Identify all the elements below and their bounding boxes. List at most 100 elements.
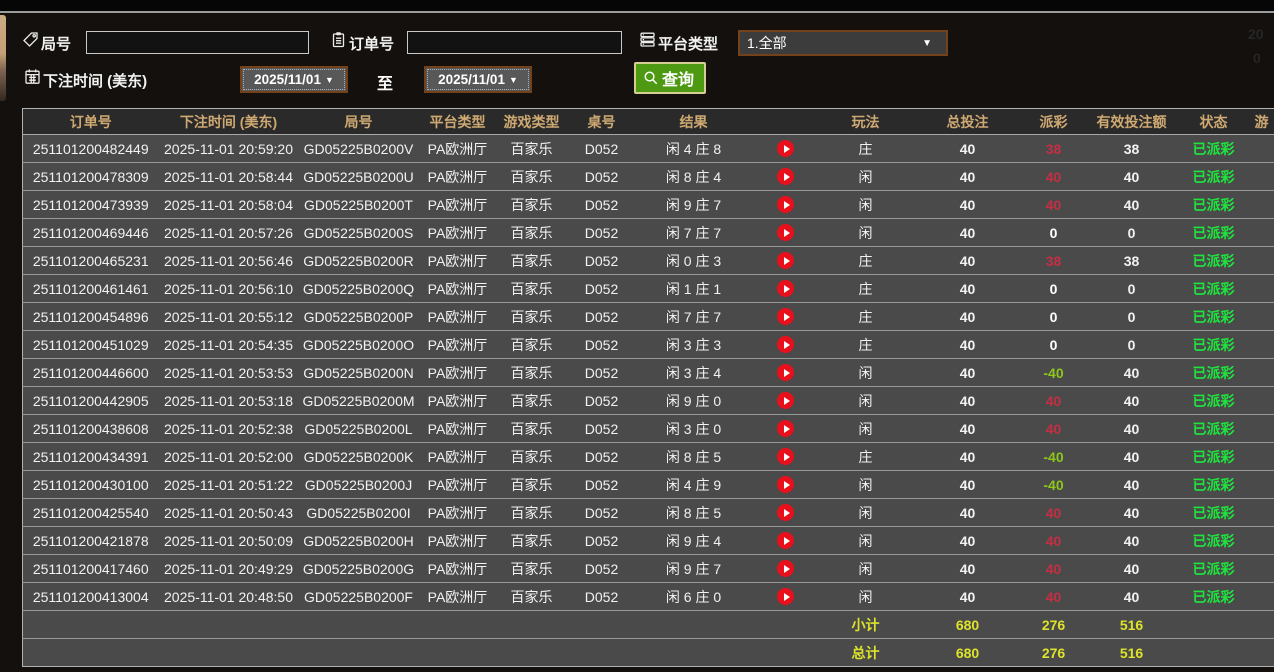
date-from-picker[interactable]: 2025/11/01 ▼ bbox=[240, 66, 348, 93]
cell-total-bet: 40 bbox=[959, 336, 976, 353]
cell-result: 闲 1 庄 1 bbox=[665, 280, 722, 297]
cell-total-bet: 40 bbox=[959, 392, 976, 409]
cell-platform-type: PA欧洲厅 bbox=[427, 476, 488, 493]
replay-play-button[interactable] bbox=[777, 476, 794, 494]
cell-status: 已派彩 bbox=[1192, 168, 1235, 185]
play-icon bbox=[783, 564, 790, 573]
cell-bet-time: 2025-11-01 20:56:46 bbox=[164, 252, 293, 269]
play-icon bbox=[783, 368, 790, 377]
order-no-input[interactable] bbox=[407, 31, 622, 54]
cell-replay bbox=[751, 163, 821, 191]
cell-result: 闲 0 庄 3 bbox=[665, 252, 722, 269]
cell-replay bbox=[751, 331, 821, 359]
play-icon bbox=[783, 424, 790, 433]
round-no-input[interactable] bbox=[86, 31, 309, 54]
cell-platform-type: PA欧洲厅 bbox=[427, 280, 488, 297]
platform-type-select[interactable]: 1.全部 ▼ bbox=[738, 30, 948, 56]
column-header-result: 结果 bbox=[636, 108, 751, 135]
replay-play-button[interactable] bbox=[777, 448, 794, 466]
cell-platform-type: PA欧洲厅 bbox=[427, 308, 488, 325]
cell-play-type: 庄 bbox=[858, 336, 873, 353]
cell-game-type: 百家乐 bbox=[510, 476, 553, 493]
play-icon bbox=[783, 312, 790, 321]
replay-play-button[interactable] bbox=[777, 252, 794, 270]
cell-clipped bbox=[1247, 527, 1274, 555]
cell-game-type: 百家乐 bbox=[510, 336, 553, 353]
cell-result: 闲 3 庄 4 bbox=[665, 364, 722, 381]
cell-status: 已派彩 bbox=[1192, 392, 1235, 409]
cell-platform-type: PA欧洲厅 bbox=[427, 504, 488, 521]
cell-table-no: D052 bbox=[584, 532, 619, 549]
cell-game-type: 百家乐 bbox=[510, 448, 553, 465]
chevron-down-icon: ▼ bbox=[324, 74, 334, 85]
cell-clipped bbox=[1247, 331, 1274, 359]
cell-payout: 0 bbox=[1049, 280, 1058, 297]
column-header-valid-bet: 有效投注额 bbox=[1082, 108, 1181, 135]
cell-valid-bet: 0 bbox=[1127, 336, 1136, 353]
replay-play-button[interactable] bbox=[777, 504, 794, 522]
cell-clipped bbox=[1247, 443, 1274, 471]
table-row: 251101200451029 2025-11-01 20:54:35 GD05… bbox=[22, 331, 1274, 359]
cell-order-no: 251101200465231 bbox=[32, 252, 149, 269]
cell-clipped bbox=[1247, 135, 1274, 163]
records-table: 订单号 下注时间 (美东) 局号 平台类型 游戏类型 桌号 结果 玩法 总投注 派彩 有效投注额 状态… bbox=[22, 108, 1274, 667]
column-header-order-no: 订单号 bbox=[22, 108, 159, 135]
cell-payout: 40 bbox=[1045, 420, 1062, 437]
cell-play-type: 闲 bbox=[858, 532, 873, 549]
ghost-text: 20 bbox=[1248, 26, 1264, 42]
cell-payout: 40 bbox=[1045, 196, 1062, 213]
cell-replay bbox=[751, 499, 821, 527]
replay-play-button[interactable] bbox=[777, 364, 794, 382]
replay-play-button[interactable] bbox=[777, 420, 794, 438]
cell-platform-type: PA欧洲厅 bbox=[427, 224, 488, 241]
cell-payout: 40 bbox=[1045, 588, 1062, 605]
cell-game-type: 百家乐 bbox=[510, 364, 553, 381]
column-header-platform-type: 平台类型 bbox=[418, 108, 497, 135]
cell-status: 已派彩 bbox=[1192, 308, 1235, 325]
cell-order-no: 251101200482449 bbox=[32, 140, 149, 157]
cell-replay bbox=[751, 135, 821, 163]
cell-total-bet: 40 bbox=[959, 420, 976, 437]
cell-result: 闲 4 庄 9 bbox=[665, 476, 722, 493]
replay-play-button[interactable] bbox=[777, 280, 794, 298]
replay-play-button[interactable] bbox=[777, 532, 794, 550]
cell-payout: 40 bbox=[1045, 504, 1062, 521]
cell-total-bet: 40 bbox=[959, 364, 976, 381]
replay-play-button[interactable] bbox=[777, 140, 794, 158]
replay-play-button[interactable] bbox=[777, 336, 794, 354]
table-row: 251101200417460 2025-11-01 20:49:29 GD05… bbox=[22, 555, 1274, 583]
cell-replay bbox=[751, 527, 821, 555]
replay-play-button[interactable] bbox=[777, 588, 794, 606]
date-range-to-label: 至 bbox=[377, 76, 394, 93]
cell-result: 闲 9 庄 7 bbox=[665, 196, 722, 213]
replay-play-button[interactable] bbox=[777, 560, 794, 578]
replay-play-button[interactable] bbox=[777, 224, 794, 242]
column-header-status: 状态 bbox=[1180, 108, 1247, 135]
cell-clipped bbox=[1247, 163, 1274, 191]
search-button[interactable]: 查询 bbox=[634, 62, 707, 94]
cell-clipped bbox=[1247, 219, 1274, 247]
cell-play-type: 闲 bbox=[858, 364, 873, 381]
cell-result: 闲 8 庄 4 bbox=[665, 168, 722, 185]
replay-play-button[interactable] bbox=[777, 392, 794, 410]
replay-play-button[interactable] bbox=[777, 168, 794, 186]
cell-play-type: 闲 bbox=[858, 560, 873, 577]
replay-play-button[interactable] bbox=[777, 196, 794, 214]
cell-platform-type: PA欧洲厅 bbox=[427, 588, 488, 605]
cell-bet-time: 2025-11-01 20:54:35 bbox=[164, 336, 293, 353]
table-row: 251101200413004 2025-11-01 20:48:50 GD05… bbox=[22, 583, 1274, 611]
cell-game-type: 百家乐 bbox=[510, 280, 553, 297]
cell-bet-time: 2025-11-01 20:53:53 bbox=[164, 364, 293, 381]
cell-replay bbox=[751, 191, 821, 219]
cell-play-type: 闲 bbox=[858, 476, 873, 493]
cell-platform-type: PA欧洲厅 bbox=[427, 336, 488, 353]
cell-order-no: 251101200469446 bbox=[32, 224, 149, 241]
cell-play-type: 闲 bbox=[858, 168, 873, 185]
cell-platform-type: PA欧洲厅 bbox=[427, 420, 488, 437]
play-icon bbox=[783, 200, 790, 209]
table-row: 251101200421878 2025-11-01 20:50:09 GD05… bbox=[22, 527, 1274, 555]
cell-valid-bet: 40 bbox=[1123, 420, 1140, 437]
date-to-picker[interactable]: 2025/11/01 ▼ bbox=[424, 66, 532, 93]
date-to-value: 2025/11/01 bbox=[438, 72, 505, 87]
replay-play-button[interactable] bbox=[777, 308, 794, 326]
